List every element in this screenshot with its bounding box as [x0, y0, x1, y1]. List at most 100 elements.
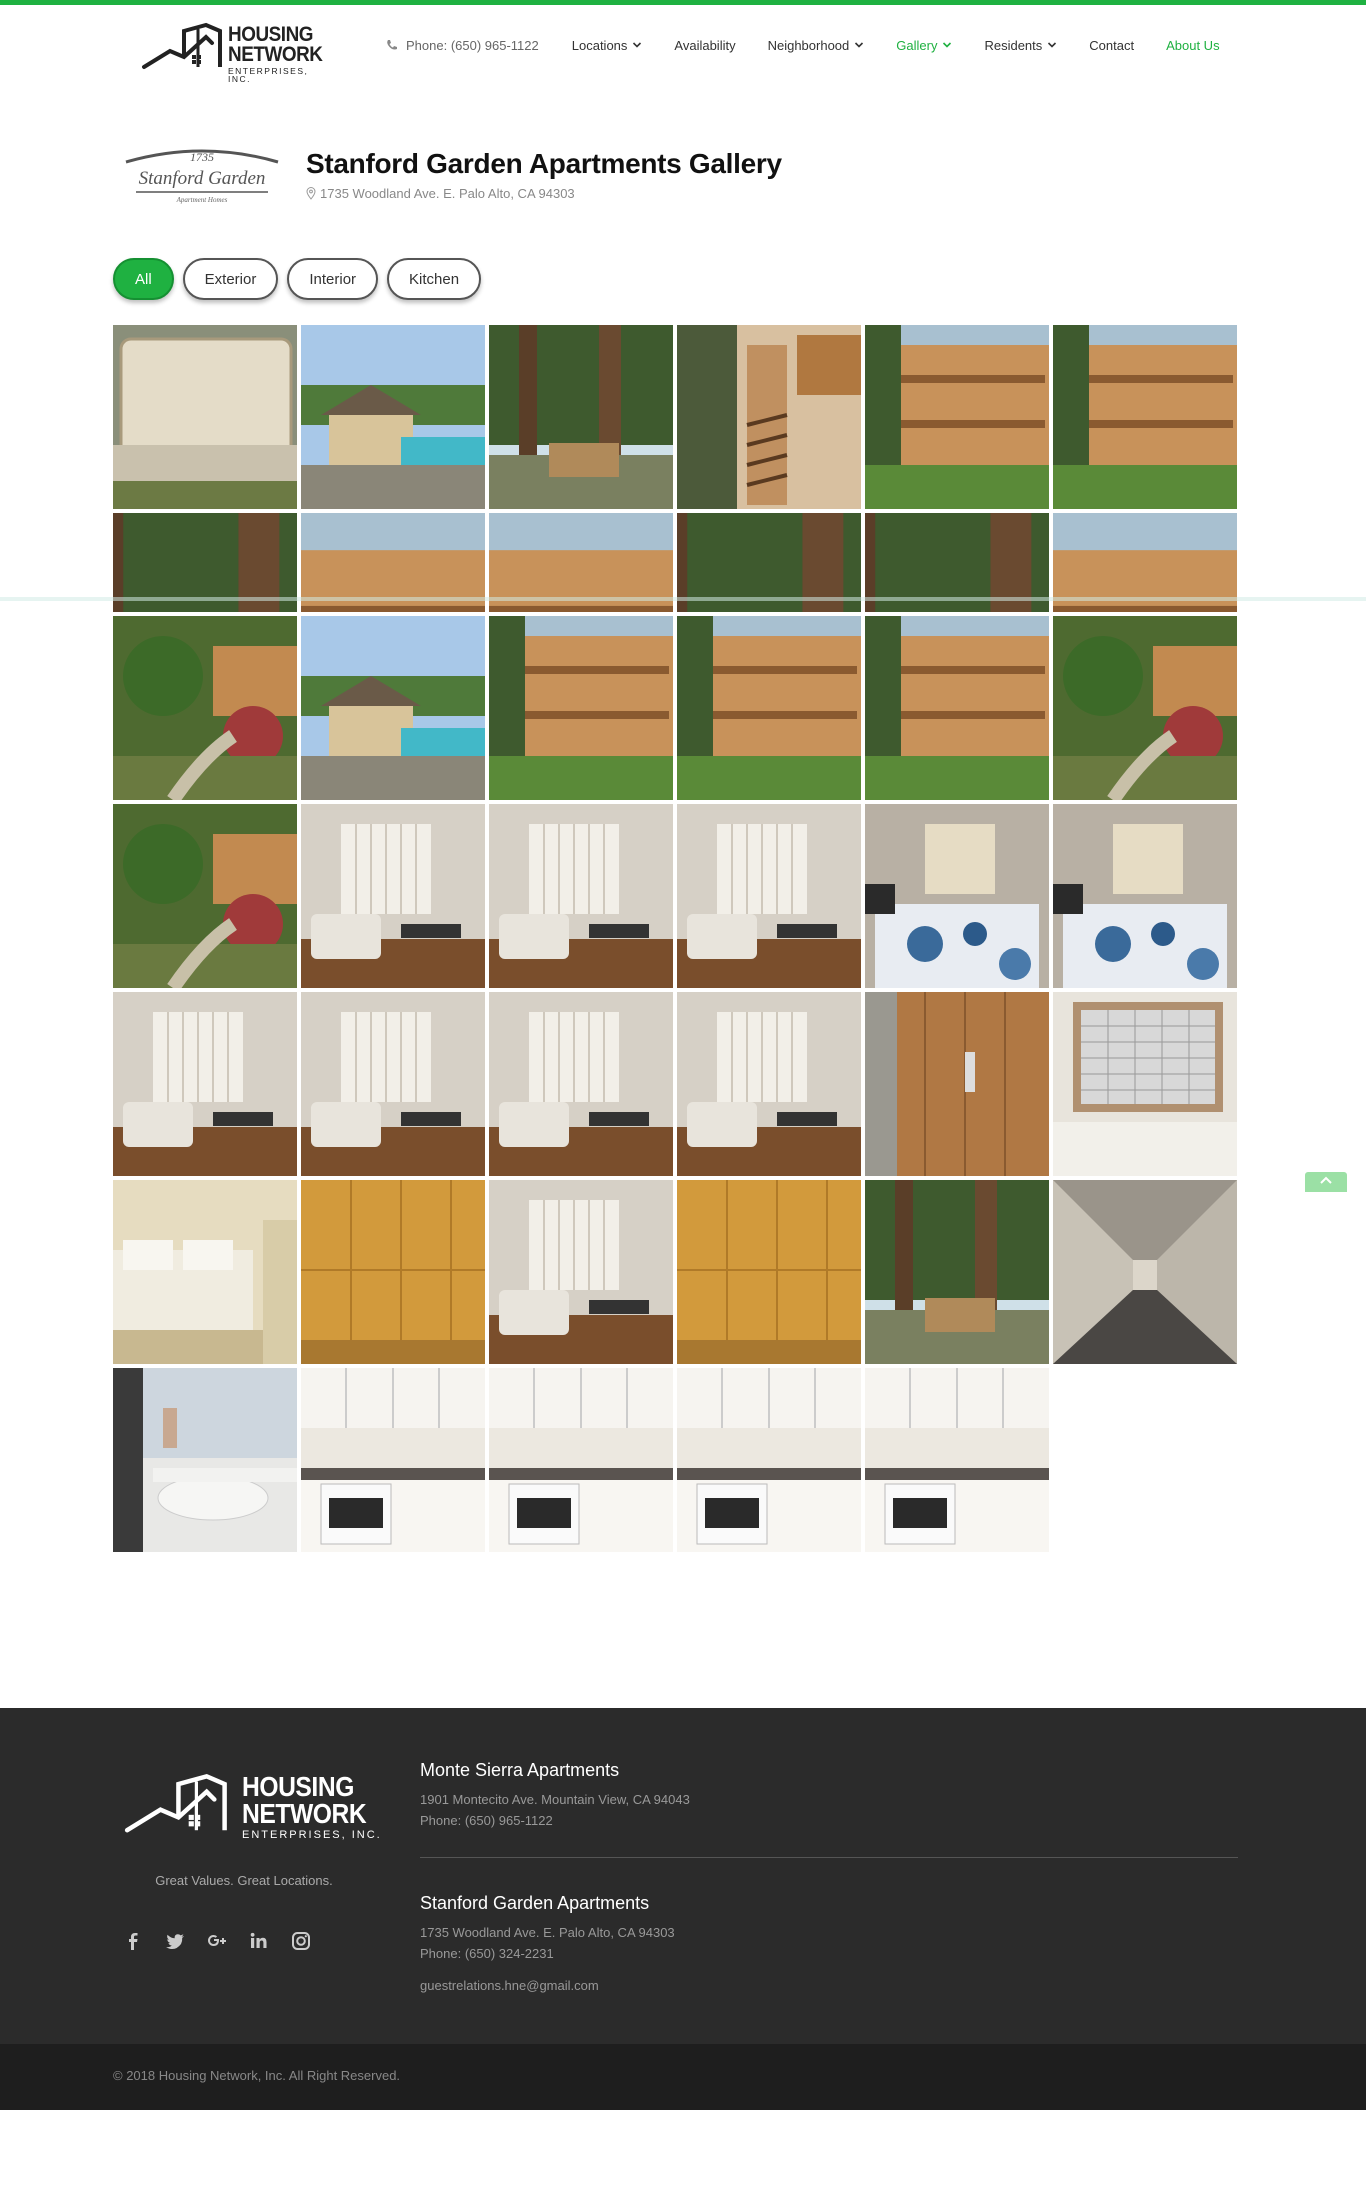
gallery-filters: All Exterior Interior Kitchen [113, 258, 490, 300]
photo-thumbnail [301, 804, 485, 988]
photo-thumbnail [1053, 1180, 1237, 1364]
page-title: Stanford Garden Apartments Gallery [306, 148, 782, 179]
social-links [122, 1930, 332, 1952]
photo-thumbnail [113, 992, 297, 1176]
site-footer: HOUSING NETWORK ENTERPRISES, INC. Great … [0, 1708, 1366, 2044]
site-logo[interactable]: HOUSING NETWORK ENTERPRISES, INC. [140, 17, 330, 83]
footer-location-1: Monte Sierra Apartments 1901 Montecito A… [420, 1760, 690, 1831]
location-phone[interactable]: Phone: (650) 324-2231 [420, 1943, 675, 1964]
gallery-photo-building-balconies-2[interactable] [1053, 325, 1237, 509]
property-logo: 1735 Stanford Garden Apartment Homes [122, 140, 282, 212]
nav-item-residents[interactable]: Residents [984, 38, 1057, 53]
gallery-photo-living-room-blinds[interactable] [489, 804, 673, 988]
photo-thumbnail [301, 1368, 485, 1552]
footer-email[interactable]: guestrelations.hne@gmail.com [420, 1978, 599, 1993]
chevron-up-icon [1320, 1176, 1332, 1184]
instagram-icon[interactable] [290, 1930, 312, 1952]
twitter-icon[interactable] [164, 1930, 186, 1952]
google-plus-icon[interactable] [206, 1930, 228, 1952]
footer-house-logo-icon [124, 1773, 227, 1833]
nav-item-label: Contact [1089, 37, 1135, 53]
property-logo-number: 1735 [190, 150, 214, 164]
facebook-icon[interactable] [122, 1930, 144, 1952]
gallery-photo-living-chair[interactable] [489, 1180, 673, 1364]
gallery-photo-building-balconies[interactable] [865, 325, 1049, 509]
gallery-photo-pool-gazebo[interactable] [301, 325, 485, 509]
gallery-photo-kitchen-fridge[interactable] [489, 1368, 673, 1552]
location-phone[interactable]: Phone: (650) 965-1122 [420, 1810, 690, 1831]
property-address-text: 1735 Woodland Ave. E. Palo Alto, CA 9430… [320, 186, 575, 201]
nav-item-label: Residents [984, 37, 1043, 53]
footer-logo-line-1: HOUSING [242, 1771, 354, 1802]
gallery-photo-bathroom-toilet[interactable] [677, 1180, 861, 1364]
gallery-photo-storage-lockers[interactable] [301, 1180, 485, 1364]
nav-item-label: Neighborhood [767, 37, 850, 53]
photo-thumbnail [677, 992, 861, 1176]
nav-item-about-us[interactable]: About Us [1166, 38, 1219, 53]
gallery-photo-pool-umbrellas[interactable] [301, 616, 485, 800]
property-logo-sub: Apartment Homes [176, 196, 228, 204]
footer-divider [420, 1857, 1238, 1858]
gallery-photo-mailboxes[interactable] [1053, 992, 1237, 1176]
gallery-photo-living-room-balcony[interactable] [677, 804, 861, 988]
gallery-photo-balcony-trees[interactable] [865, 1180, 1049, 1364]
gallery-photo-kitchen-stove[interactable] [301, 1368, 485, 1552]
filter-kitchen-button[interactable]: Kitchen [387, 258, 482, 300]
gallery-photo-hallway-room[interactable] [301, 804, 485, 988]
filter-exterior-button[interactable]: Exterior [182, 258, 279, 300]
gallery-photo-living-white-sofas[interactable] [113, 992, 297, 1176]
gallery-photo-stairs[interactable] [677, 325, 861, 509]
property-address: 1735 Woodland Ave. E. Palo Alto, CA 9430… [306, 186, 575, 201]
gallery-photo-bedroom-lamp[interactable] [865, 804, 1049, 988]
gallery-photo-bedroom-floral[interactable] [1053, 804, 1237, 988]
gallery-photo-laundry[interactable] [113, 1180, 297, 1364]
nav-item-availability[interactable]: Availability [674, 38, 735, 53]
nav-item-neighborhood[interactable]: Neighborhood [768, 38, 865, 53]
nav-item-gallery[interactable]: Gallery [896, 38, 952, 53]
photo-thumbnail [865, 1180, 1049, 1364]
gallery-photo-carport-walk[interactable] [677, 616, 861, 800]
gallery-photo-garden-maple[interactable] [113, 804, 297, 988]
gallery-photo-corridor[interactable] [1053, 1180, 1237, 1364]
gallery-photo-building-sky[interactable] [489, 616, 673, 800]
gallery-photo-kitchen-dining[interactable] [677, 992, 861, 1176]
gallery-photo-driveway[interactable] [865, 616, 1049, 800]
footer-bottom-bar: © 2018 Housing Network, Inc. All Right R… [0, 2044, 1366, 2110]
gallery-photo-elevator[interactable] [865, 992, 1049, 1176]
footer-tagline: Great Values. Great Locations. [155, 1873, 333, 1888]
property-logo-name: Stanford Garden [138, 168, 266, 189]
nav-item-contact[interactable]: Contact [1089, 38, 1134, 53]
chevron-down-icon [855, 42, 864, 48]
gallery-photo-kitchen-sink[interactable] [677, 1368, 861, 1552]
filter-interior-button[interactable]: Interior [287, 258, 379, 300]
footer-logo[interactable]: HOUSING NETWORK ENTERPRISES, INC. [122, 1762, 380, 1848]
location-name[interactable]: Stanford Garden Apartments [420, 1893, 675, 1914]
chevron-down-icon [1048, 42, 1057, 48]
filter-all-button[interactable]: All [113, 258, 174, 300]
photo-thumbnail [677, 1368, 861, 1552]
photo-thumbnail [301, 325, 485, 509]
gallery-photo-living-blue-sofa[interactable] [489, 992, 673, 1176]
linkedin-icon[interactable] [248, 1930, 270, 1952]
highlight-line [0, 597, 1366, 601]
photo-thumbnail [1053, 992, 1237, 1176]
photo-thumbnail [489, 1180, 673, 1364]
header-phone[interactable]: Phone: (650) 965-1122 [386, 38, 539, 53]
photo-thumbnail [865, 804, 1049, 988]
nav-item-locations[interactable]: Locations [572, 38, 643, 53]
gallery-photo-courtyard-trees[interactable] [489, 325, 673, 509]
gallery-photo-bathroom-vanity[interactable] [113, 1368, 297, 1552]
gallery-photo-garden-building[interactable] [1053, 616, 1237, 800]
gallery-photo-garden-path[interactable] [113, 616, 297, 800]
gallery-photo-kitchen-stove-2[interactable] [865, 1368, 1049, 1552]
gallery-photo-sign[interactable] [113, 325, 297, 509]
location-name[interactable]: Monte Sierra Apartments [420, 1760, 690, 1781]
logo-line-2: NETWORK [228, 42, 323, 66]
photo-thumbnail [677, 1180, 861, 1364]
location-address: 1735 Woodland Ave. E. Palo Alto, CA 9430… [420, 1925, 675, 1940]
gallery-photo-dining-kitchen[interactable] [301, 992, 485, 1176]
phone-text: Phone: (650) 965-1122 [406, 37, 539, 53]
scroll-to-top-button[interactable] [1305, 1172, 1347, 1192]
house-logo-icon [142, 22, 222, 69]
photo-thumbnail [1053, 325, 1237, 509]
